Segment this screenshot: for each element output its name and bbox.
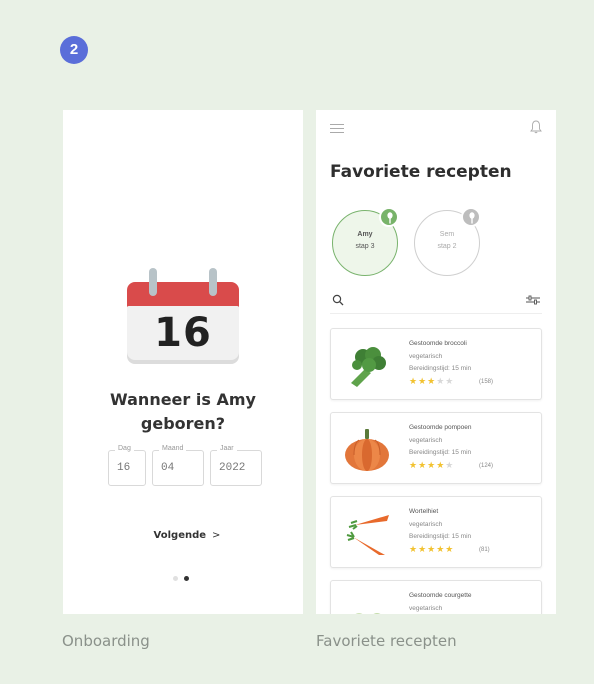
recipe-name: Wortelhiet [409,508,439,515]
zucchini-image [355,613,381,614]
day-field-label: Dag [115,445,134,452]
month-field-label: Maand [159,445,187,452]
profile-step: stap 3 [355,243,375,250]
spoon-icon [379,207,399,227]
year-field-label: Jaar [217,445,237,452]
recipe-card[interactable]: Gestoomde broccoli vegetarisch Bereiding… [330,328,542,400]
review-count: (81) [479,547,490,553]
month-field-value[interactable]: 04 [161,462,174,474]
recipe-category: vegetarisch [409,521,443,528]
page-title: Favoriete recepten [330,162,512,182]
recipe-category: vegetarisch [409,605,443,612]
recipe-card[interactable]: Wortelhiet vegetarisch Bereidingstijd: 1… [330,496,542,568]
recipe-category: vegetarisch [409,353,443,360]
profile-name: Amy [357,231,373,238]
spoon-icon [461,207,481,227]
question-line-1: Wanneer is Amy [110,390,256,409]
calendar-ring-right [209,268,217,296]
next-button-label: Volgende [153,530,207,541]
rating-stars: ★★★★★ [409,460,455,470]
favorites-screen: Favoriete recepten Amy stap 3 Sem stap 2 [316,110,556,614]
calendar-header [127,282,239,308]
search-bar[interactable] [330,292,542,314]
review-count: (124) [479,463,494,469]
recipe-name: Gestoomde broccoli [409,340,467,347]
year-field[interactable]: Jaar 2022 [210,445,262,486]
calendar-ring-left [149,268,157,296]
rating-stars: ★★★★★ [409,376,455,386]
chevron-right-icon: > [212,530,221,541]
next-button[interactable]: Volgende > [147,530,227,548]
pagination-dot-1[interactable] [173,576,178,581]
year-field-value[interactable]: 2022 [219,462,245,474]
pagination-dots [173,576,193,582]
month-field[interactable]: Maand 04 [152,445,204,486]
bell-icon[interactable] [530,120,542,134]
profile-amy[interactable]: Amy stap 3 [332,207,399,276]
pagination-dot-2[interactable] [184,576,189,581]
recipe-card[interactable]: Gestoomde courgette vegetarisch [330,580,542,614]
birthday-question: Wanneer is Amy geboren? [83,388,283,436]
review-count: (158) [479,379,494,385]
onboarding-screen: 16 Wanneer is Amy geboren? Dag 16 Maand … [63,110,303,614]
recipe-name: Gestoomde pompoen [409,424,472,431]
favorites-caption: Favoriete recepten [316,632,457,650]
broccoli-image [351,347,386,387]
calendar-icon: 16 [127,268,239,364]
pumpkin-image [345,429,389,471]
recipe-category: vegetarisch [409,437,443,444]
menu-icon[interactable] [330,124,344,134]
profile-name: Sem [439,231,455,238]
filter-icon[interactable] [526,295,540,305]
recipe-name: Gestoomde courgette [409,592,472,599]
onboarding-caption: Onboarding [62,632,150,650]
day-field[interactable]: Dag 16 [108,445,146,486]
recipe-time: Bereidingstijd: 15 min [409,365,472,372]
rating-stars: ★★★★★ [409,544,455,554]
carrots-image [346,515,389,555]
calendar-day-number: 16 [154,310,212,356]
profile-sem[interactable]: Sem stap 2 [414,207,481,276]
recipe-time: Bereidingstijd: 15 min [409,533,472,540]
question-line-2: geboren? [140,414,226,433]
day-field-value[interactable]: 16 [117,462,130,474]
recipe-card[interactable]: Gestoomde pompoen vegetarisch Bereidings… [330,412,542,484]
step-number-badge: 2 [60,36,88,64]
showcase-panel: 2 16 Wanneer is Amy geboren? Dag 16 Maan… [0,0,594,684]
search-icon[interactable] [332,294,344,306]
recipe-time: Bereidingstijd: 15 min [409,449,472,456]
profile-step: stap 2 [437,243,457,250]
